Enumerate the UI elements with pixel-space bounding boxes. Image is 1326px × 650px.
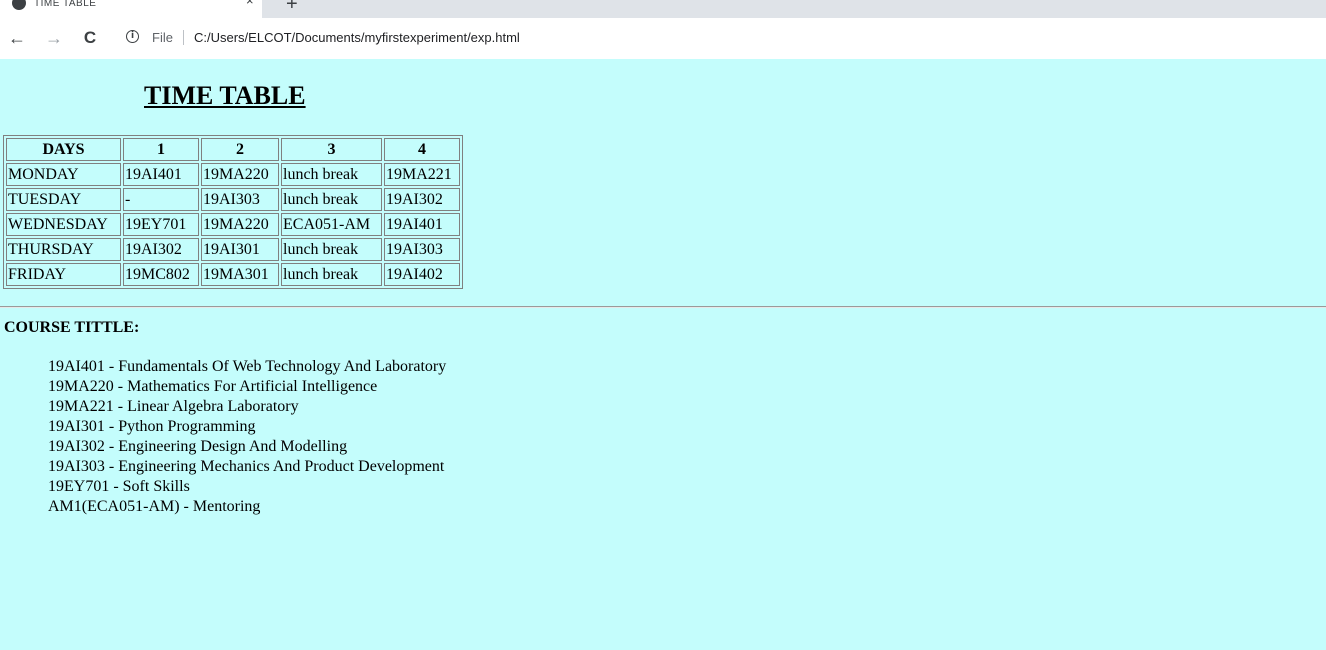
list-item: AM1(ECA051-AM) - Mentoring: [48, 498, 261, 515]
table-row: WEDNESDAY 19EY701 19MA220 ECA051-AM 19AI…: [6, 213, 460, 236]
url-separator: [183, 30, 184, 45]
table-cell: 19AI302: [123, 238, 199, 261]
list-item: 19MA221 - Linear Algebra Laboratory: [48, 398, 299, 415]
table-cell: 19AI302: [384, 188, 460, 211]
table-row: THURSDAY 19AI302 19AI301 lunch break 19A…: [6, 238, 460, 261]
forward-arrow-icon[interactable]: →: [43, 26, 65, 50]
list-item: 19AI401 - Fundamentals Of Web Technology…: [48, 358, 447, 375]
timetable: DAYS 1 2 3 4 MONDAY 19AI401 19MA220 lunc…: [3, 135, 463, 289]
close-tab-icon[interactable]: ×: [246, 0, 254, 8]
table-row: FRIDAY 19MC802 19MA301 lunch break 19AI4…: [6, 263, 460, 286]
table-cell: 19MA221: [384, 163, 460, 186]
horizontal-rule: [0, 306, 1326, 308]
table-cell: 19MC802: [123, 263, 199, 286]
file-label: File: [152, 30, 173, 45]
table-row: TUESDAY - 19AI303 lunch break 19AI302: [6, 188, 460, 211]
table-header-row: DAYS 1 2 3 4: [6, 138, 460, 161]
list-item: 19AI302 - Engineering Design And Modelli…: [48, 438, 348, 455]
tab-strip: TIME TABLE × +: [0, 0, 1326, 18]
column-header: 2: [201, 138, 279, 161]
table-cell: FRIDAY: [6, 263, 121, 286]
column-header: DAYS: [6, 138, 121, 161]
address-bar[interactable]: C:/Users/ELCOT/Documents/myfirstexperime…: [194, 30, 520, 45]
table-cell: 19EY701: [123, 213, 199, 236]
table-cell: TUESDAY: [6, 188, 121, 211]
list-item: 19EY701 - Soft Skills: [48, 478, 190, 495]
table-cell: lunch break: [281, 263, 382, 286]
column-header: 3: [281, 138, 382, 161]
table-cell: 19AI401: [123, 163, 199, 186]
course-list: 19AI401 - Fundamentals Of Web Technology…: [48, 357, 446, 517]
list-item: 19AI301 - Python Programming: [48, 418, 256, 435]
table-cell: lunch break: [281, 188, 382, 211]
list-item: 19AI303 - Engineering Mechanics And Prod…: [48, 458, 445, 475]
table-cell: lunch break: [281, 238, 382, 261]
column-header: 4: [384, 138, 460, 161]
table-cell: MONDAY: [6, 163, 121, 186]
table-cell: 19MA220: [201, 213, 279, 236]
table-cell: THURSDAY: [6, 238, 121, 261]
table-cell: 19AI303: [384, 238, 460, 261]
table-cell: 19MA220: [201, 163, 279, 186]
table-cell: 19AI401: [384, 213, 460, 236]
tab-time-table[interactable]: TIME TABLE ×: [0, 0, 262, 18]
table-cell: WEDNESDAY: [6, 213, 121, 236]
table-cell: 19AI402: [384, 263, 460, 286]
new-tab-icon[interactable]: +: [286, 0, 298, 14]
browser-toolbar: ← → C i File C:/Users/ELCOT/Documents/my…: [0, 18, 1326, 59]
course-title-heading: COURSE TITTLE:: [4, 319, 140, 336]
table-cell: 19AI303: [201, 188, 279, 211]
table-cell: 19MA301: [201, 263, 279, 286]
site-info-icon[interactable]: i: [126, 30, 139, 43]
column-header: 1: [123, 138, 199, 161]
table-cell: lunch break: [281, 163, 382, 186]
table-cell: -: [123, 188, 199, 211]
tab-title: TIME TABLE: [34, 0, 97, 9]
reload-icon[interactable]: C: [79, 26, 101, 50]
table-row: MONDAY 19AI401 19MA220 lunch break 19MA2…: [6, 163, 460, 186]
list-item: 19MA220 - Mathematics For Artificial Int…: [48, 378, 378, 395]
back-arrow-icon[interactable]: ←: [6, 26, 28, 50]
table-cell: ECA051-AM: [281, 213, 382, 236]
globe-icon: [12, 0, 26, 10]
page-title: TIME TABLE: [144, 81, 306, 110]
table-cell: 19AI301: [201, 238, 279, 261]
